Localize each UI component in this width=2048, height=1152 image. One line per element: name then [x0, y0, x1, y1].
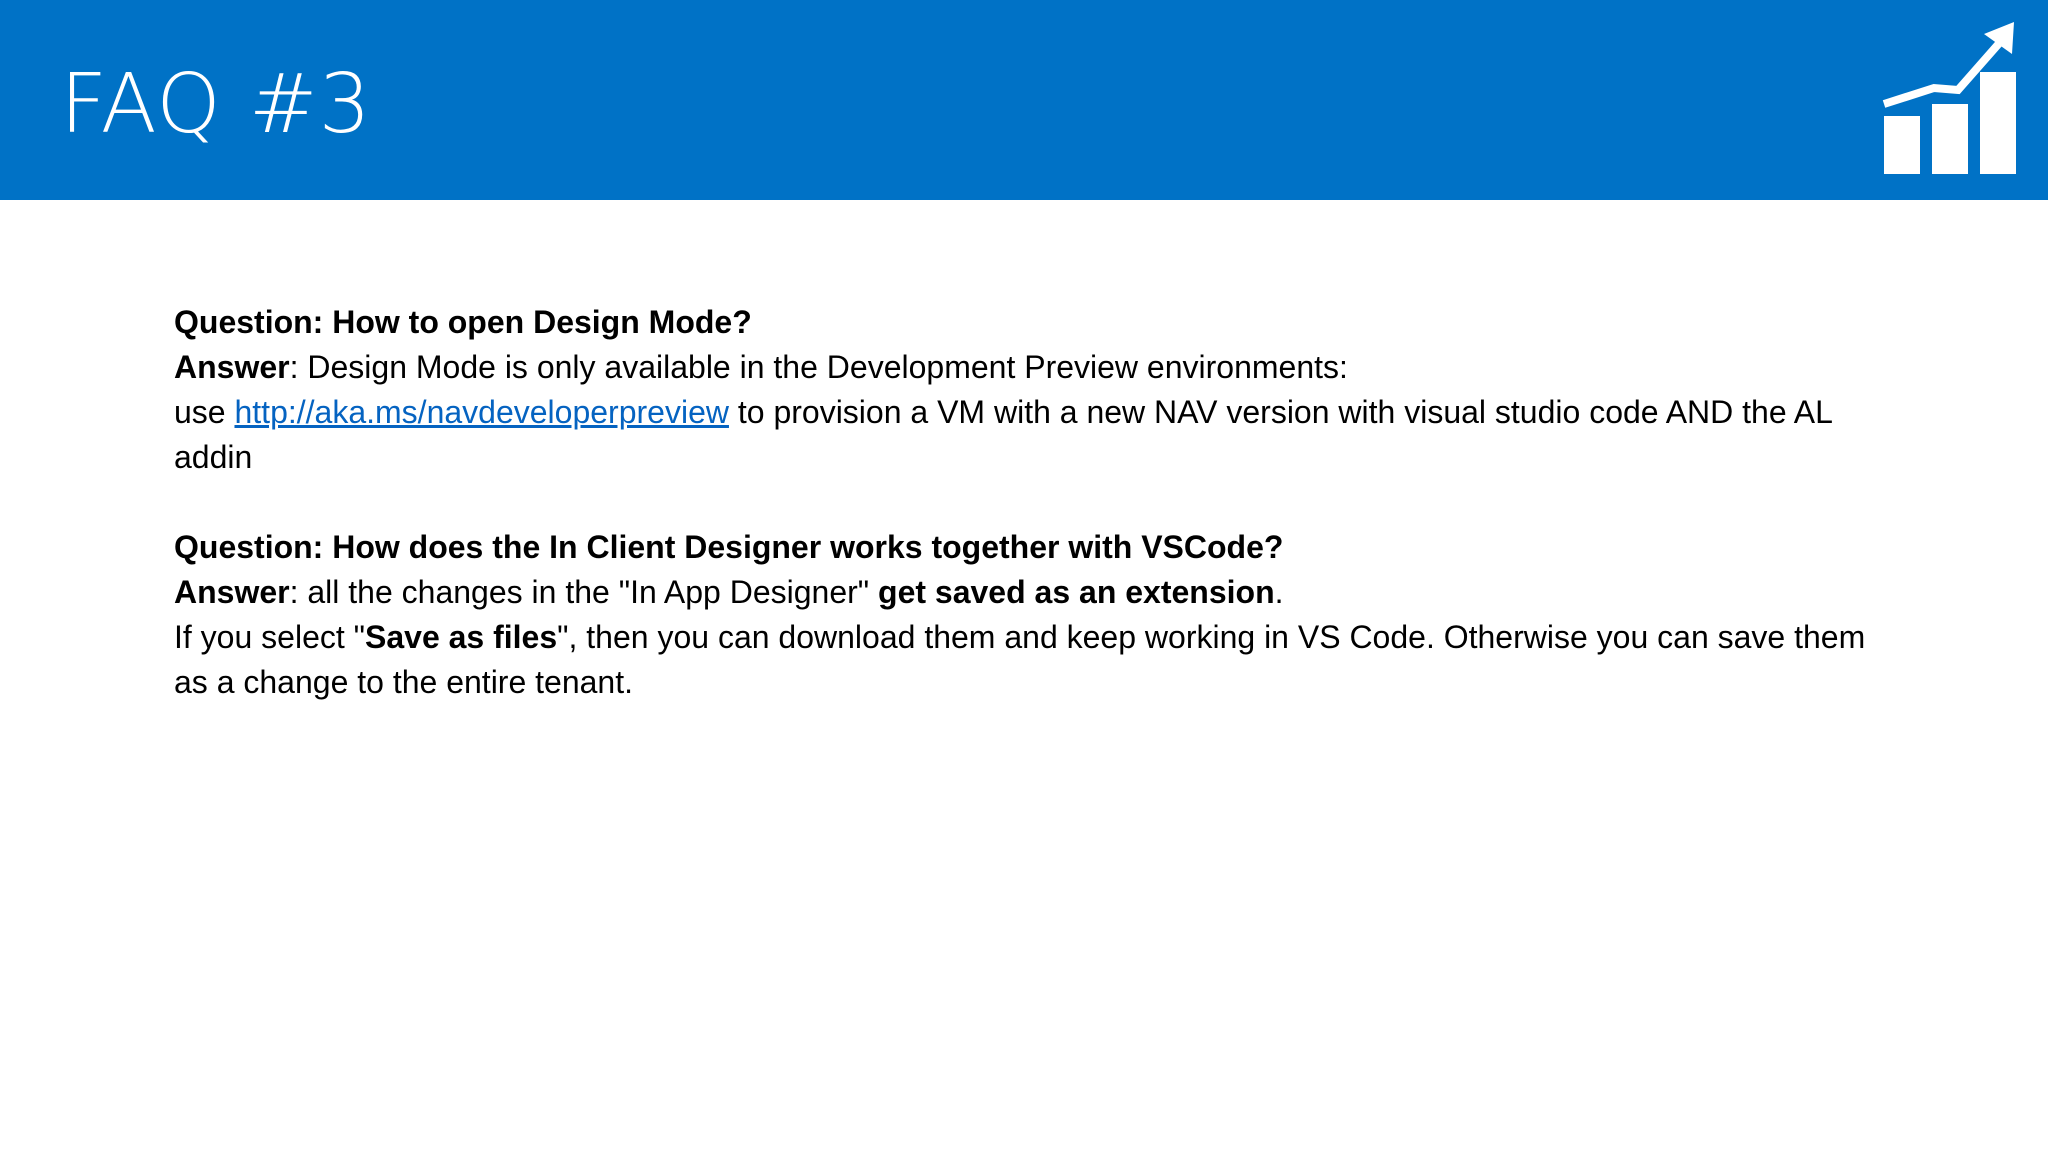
faq-detail: use http://aka.ms/navdeveloperpreview to…	[174, 390, 1894, 480]
answer-text: : all the changes in the "In App Designe…	[289, 574, 879, 610]
faq-answer: Answer: Design Mode is only available in…	[174, 345, 1894, 390]
faq-question: Question: How to open Design Mode?	[174, 300, 1894, 345]
detail-prefix: use	[174, 394, 235, 430]
faq-content: Question: How to open Design Mode? Answe…	[174, 300, 1894, 705]
header-bar: FAQ #3	[0, 0, 2048, 200]
detail-prefix: If you select "	[174, 619, 365, 655]
detail-bold-text: Save as files	[365, 619, 558, 655]
answer-end: .	[1274, 574, 1284, 610]
rising-bar-chart-icon	[1882, 22, 2016, 174]
slide-title: FAQ #3	[60, 57, 372, 152]
question-text: Question: How does the In Client Designe…	[174, 529, 1284, 565]
answer-label: Answer	[174, 574, 290, 610]
developer-preview-link[interactable]: http://aka.ms/navdeveloperpreview	[234, 394, 728, 430]
answer-bold-text: get saved as an extension	[878, 574, 1275, 610]
faq-answer: Answer: all the changes in the "In App D…	[174, 570, 1894, 615]
faq-question: Question: How does the In Client Designe…	[174, 525, 1894, 570]
answer-text: : Design Mode is only available in the D…	[289, 349, 1348, 385]
faq-detail: If you select "Save as files", then you …	[174, 615, 1894, 705]
question-text: Question: How to open Design Mode?	[174, 304, 752, 340]
answer-label: Answer	[174, 349, 290, 385]
